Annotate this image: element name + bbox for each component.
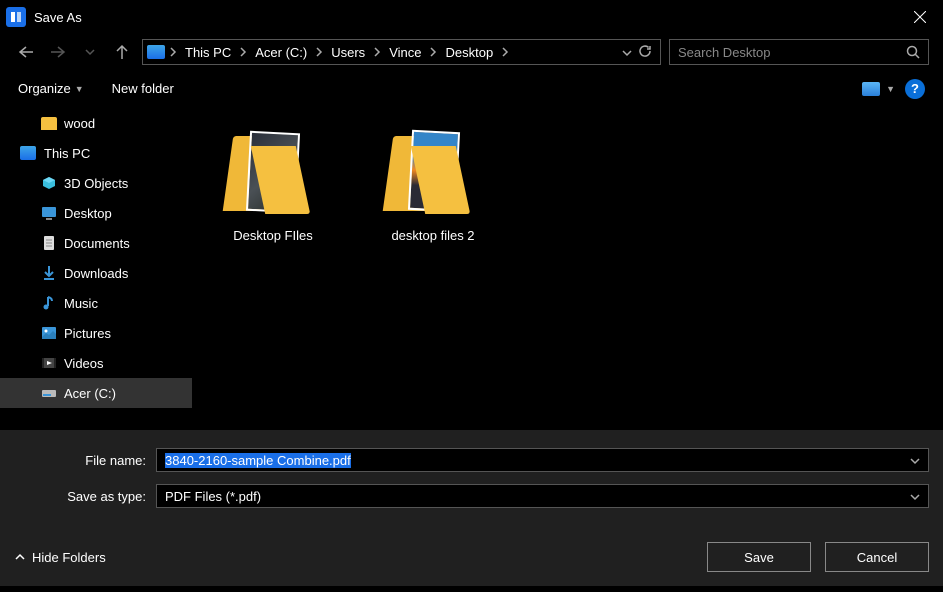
pictures-icon xyxy=(40,325,58,341)
app-icon xyxy=(6,7,26,27)
organize-button[interactable]: Organize ▼ xyxy=(18,81,84,96)
videos-icon xyxy=(40,355,58,371)
tree-item-acer-c[interactable]: Acer (C:) xyxy=(0,378,192,408)
type-label: Save as type: xyxy=(14,489,156,504)
chevron-down-icon: ▼ xyxy=(886,84,895,94)
tree-item-desktop[interactable]: Desktop xyxy=(0,198,192,228)
filename-value: 3840-2160-sample Combine.pdf xyxy=(165,453,351,468)
breadcrumb-item[interactable]: Acer (C:) xyxy=(249,45,313,60)
chevron-down-icon[interactable] xyxy=(910,453,920,468)
up-button[interactable] xyxy=(110,40,134,64)
3d-objects-icon xyxy=(40,175,58,191)
folder-icon xyxy=(40,115,58,131)
folder-item[interactable]: desktop files 2 xyxy=(368,128,498,243)
breadcrumb-item[interactable]: Desktop xyxy=(439,45,499,60)
chevron-down-icon[interactable] xyxy=(910,489,920,504)
view-button[interactable]: ▼ xyxy=(862,82,895,96)
view-icon xyxy=(862,82,880,96)
folder-icon xyxy=(388,128,478,218)
type-value: PDF Files (*.pdf) xyxy=(165,489,261,504)
help-button[interactable]: ? xyxy=(905,79,925,99)
folder-icon xyxy=(228,128,318,218)
drive-icon xyxy=(40,385,58,401)
breadcrumb-item[interactable]: This PC xyxy=(179,45,237,60)
back-button[interactable] xyxy=(14,40,38,64)
tree-item-3d-objects[interactable]: 3D Objects xyxy=(0,168,192,198)
music-icon xyxy=(40,295,58,311)
toolbar: Organize ▼ New folder ▼ ? xyxy=(0,70,943,108)
folder-label: Desktop FIles xyxy=(233,228,312,243)
filename-label: File name: xyxy=(14,453,156,468)
cancel-button[interactable]: Cancel xyxy=(825,542,929,572)
new-folder-button[interactable]: New folder xyxy=(112,81,174,96)
history-dropdown[interactable] xyxy=(622,45,632,60)
close-button[interactable] xyxy=(897,0,943,34)
chevron-right-icon[interactable] xyxy=(315,45,323,60)
filename-field[interactable]: 3840-2160-sample Combine.pdf xyxy=(156,448,929,472)
navigation-tree[interactable]: wood This PC 3D Objects Desktop Document… xyxy=(0,108,192,430)
tree-item-documents[interactable]: Documents xyxy=(0,228,192,258)
documents-icon xyxy=(40,235,58,251)
folder-item[interactable]: Desktop FIles xyxy=(208,128,338,243)
tree-item-this-pc[interactable]: This PC xyxy=(0,138,192,168)
recent-dropdown[interactable] xyxy=(78,40,102,64)
folder-label: desktop files 2 xyxy=(391,228,474,243)
breadcrumb-item[interactable]: Vince xyxy=(383,45,427,60)
tree-item-wood[interactable]: wood xyxy=(0,108,192,138)
refresh-button[interactable] xyxy=(638,44,652,61)
hide-folders-button[interactable]: Hide Folders xyxy=(14,550,106,565)
bottom-panel: File name: 3840-2160-sample Combine.pdf … xyxy=(0,430,943,526)
title-bar: Save As xyxy=(0,0,943,34)
chevron-right-icon[interactable] xyxy=(169,45,177,60)
chevron-right-icon[interactable] xyxy=(373,45,381,60)
tree-item-music[interactable]: Music xyxy=(0,288,192,318)
save-button[interactable]: Save xyxy=(707,542,811,572)
desktop-icon xyxy=(40,205,58,221)
search-input[interactable] xyxy=(678,45,906,60)
search-icon xyxy=(906,45,920,59)
chevron-right-icon[interactable] xyxy=(501,45,509,60)
footer: Hide Folders Save Cancel xyxy=(0,526,943,586)
search-box[interactable] xyxy=(669,39,929,65)
address-bar[interactable]: This PC Acer (C:) Users Vince Desktop xyxy=(142,39,661,65)
chevron-down-icon: ▼ xyxy=(75,84,84,94)
chevron-right-icon[interactable] xyxy=(429,45,437,60)
chevron-up-icon xyxy=(14,552,26,562)
pc-icon xyxy=(147,45,165,59)
breadcrumb-item[interactable]: Users xyxy=(325,45,371,60)
type-field[interactable]: PDF Files (*.pdf) xyxy=(156,484,929,508)
nav-row: This PC Acer (C:) Users Vince Desktop xyxy=(0,34,943,70)
forward-button[interactable] xyxy=(46,40,70,64)
window-title: Save As xyxy=(34,10,82,25)
chevron-right-icon[interactable] xyxy=(239,45,247,60)
tree-item-downloads[interactable]: Downloads xyxy=(0,258,192,288)
pc-icon xyxy=(20,145,38,161)
main-area: wood This PC 3D Objects Desktop Document… xyxy=(0,108,943,430)
downloads-icon xyxy=(40,265,58,281)
folder-content[interactable]: Desktop FIles desktop files 2 xyxy=(192,108,943,430)
tree-item-videos[interactable]: Videos xyxy=(0,348,192,378)
tree-item-pictures[interactable]: Pictures xyxy=(0,318,192,348)
